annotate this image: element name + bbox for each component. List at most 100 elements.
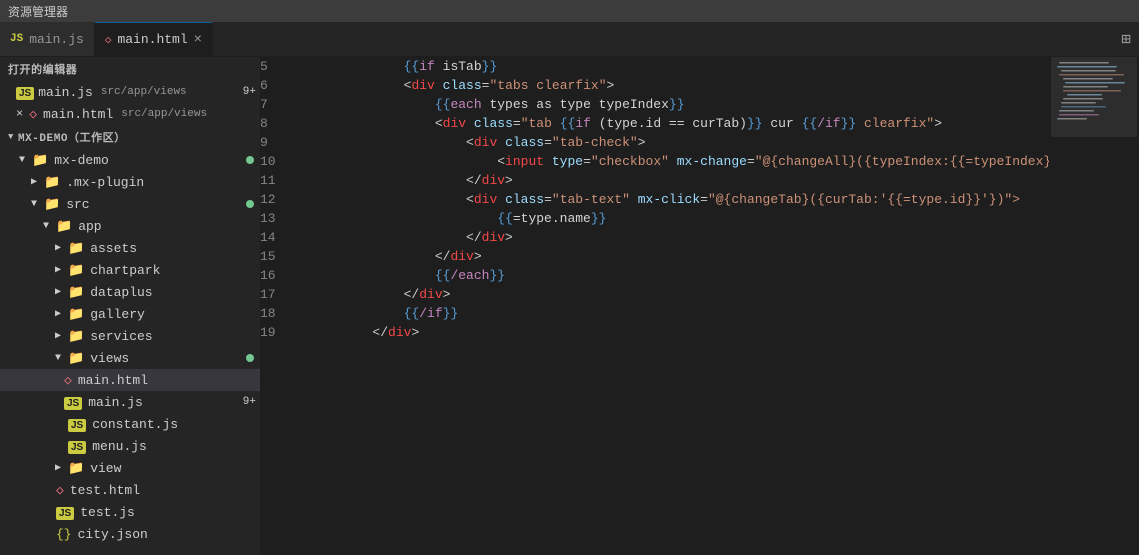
code-line: </div> [310,228,1049,247]
tree-services[interactable]: ▶ 📁 services [0,325,260,347]
code-token [310,323,372,342]
js-file-icon: JS [16,85,34,100]
code-token: cur [763,114,802,133]
code-token: {{ [404,304,420,323]
code-token: /if [817,114,840,133]
code-token [310,190,466,209]
tree-assets[interactable]: ▶ 📁 assets [0,237,260,259]
close-icon[interactable]: × [16,107,23,121]
arrow-icon: ▶ [52,242,64,254]
tree-item-label: views [90,351,129,366]
code-line: </div> [310,171,1049,190]
tree-main-html[interactable]: ◇ main.html [0,369,260,391]
js-file-icon: JS [68,417,86,432]
folder-closed-icon: 📁 [68,263,84,278]
arrow-icon: ▼ [28,199,40,210]
code-token: isTab [435,57,482,76]
folder-open-icon: 📁 [56,219,72,234]
code-token [544,152,552,171]
main-area: 打开的编辑器 JS main.js src/app/views 9+ × ◇ m… [0,57,1139,555]
modified-dot [246,156,254,164]
code-token: = [747,152,755,171]
code-token: </ [404,285,420,304]
editor-area[interactable]: 5678910111213141516171819 {{if isTab}} <… [260,57,1139,555]
tab-main-html[interactable]: ◇ main.html × [95,22,213,56]
code-token: "tab-check" [552,133,638,152]
html-file-icon: ◇ [29,107,37,122]
code-token [310,247,435,266]
tree-view[interactable]: ▶ 📁 view [0,457,260,479]
tree-mx-plugin[interactable]: ▶ 📁 .mx-plugin [0,171,260,193]
line-number: 9 [260,133,292,152]
tree-src[interactable]: ▼ 📁 src [0,193,260,215]
code-token: div [482,228,505,247]
tree-gallery[interactable]: ▶ 📁 gallery [0,303,260,325]
code-token: > [505,171,513,190]
code-token: types as type typeIndex [482,95,669,114]
tree-chartpark[interactable]: ▶ 📁 chartpark [0,259,260,281]
tree-dataplus[interactable]: ▶ 📁 dataplus [0,281,260,303]
tree-app[interactable]: ▼ 📁 app [0,215,260,237]
tree-item-label: city.json [78,527,148,542]
code-token: div [443,114,466,133]
code-token: = [544,133,552,152]
code-token [310,95,435,114]
tree-city-json[interactable]: ▶ {} city.json [0,523,260,545]
tree-item-label: main.js [88,395,143,410]
tab-bar-actions: ⊞ [1121,22,1139,56]
code-token: </ [435,247,451,266]
code-token: > [443,285,451,304]
tree-test-html[interactable]: ▶ ◇ test.html [0,479,260,501]
code-token: div [474,133,497,152]
minimap-svg [1049,57,1139,555]
line-numbers: 5678910111213141516171819 [260,57,300,555]
code-token [497,190,505,209]
badge: 9+ [243,86,256,98]
folder-closed-icon: 📁 [68,461,84,476]
workspace-label: MX-DEMO（工作区） [18,129,126,145]
tree-test-js[interactable]: ▶ JS test.js [0,501,260,523]
code-line: </div> [310,323,1049,342]
code-token: < [404,76,412,95]
tree-views[interactable]: ▼ 📁 views [0,347,260,369]
tree-main-js[interactable]: JS main.js 9+ [0,391,260,413]
minimap [1049,57,1139,555]
code-token: "@{changeAll}({typeIndex:{{=typeIndex}}}… [755,152,1049,171]
tree-menu-js[interactable]: ▶ JS menu.js [0,435,260,457]
tree-mx-demo[interactable]: ▼ 📁 mx-demo [0,149,260,171]
code-token [310,76,404,95]
code-token: div [419,285,442,304]
opened-file-path: src/app/views [121,108,207,120]
opened-file-main-html[interactable]: × ◇ main.html src/app/views [0,103,260,125]
tree-item-label: view [90,461,121,476]
code-token: "@{changeTab}({curTab:'{{=type.id}}'})"> [708,190,1020,209]
code-token [310,304,404,323]
split-editor-icon[interactable]: ⊞ [1121,29,1131,49]
code-token [669,152,677,171]
code-token [310,133,466,152]
code-token: {{ [435,266,451,285]
tree-item-label: dataplus [90,285,152,300]
code-token: input [505,152,544,171]
tree-item-label: constant.js [92,417,178,432]
code-token: {{ [560,114,576,133]
js-icon: JS [10,33,23,45]
tab-main-js[interactable]: JS main.js [0,22,95,56]
code-token: /each [450,266,489,285]
folder-closed-icon: 📁 [44,175,60,190]
code-content[interactable]: {{if isTab}} <div class="tabs clearfix">… [300,57,1049,555]
line-number: 15 [260,247,292,266]
close-icon[interactable]: × [194,33,202,47]
opened-file-main-js[interactable]: JS main.js src/app/views 9+ [0,81,260,103]
code-token [310,228,466,247]
code-token: > [607,76,615,95]
js-file-icon: JS [68,439,86,454]
code-token: = [583,152,591,171]
code-token: </ [466,228,482,247]
tree-constant-js[interactable]: ▶ JS constant.js [0,413,260,435]
code-line: <div class="tab-check"> [310,133,1049,152]
line-number: 10 [260,152,292,171]
html-file-icon: ◇ [56,483,64,498]
folder-open-icon: 📁 [68,351,84,366]
code-token: class [443,76,482,95]
